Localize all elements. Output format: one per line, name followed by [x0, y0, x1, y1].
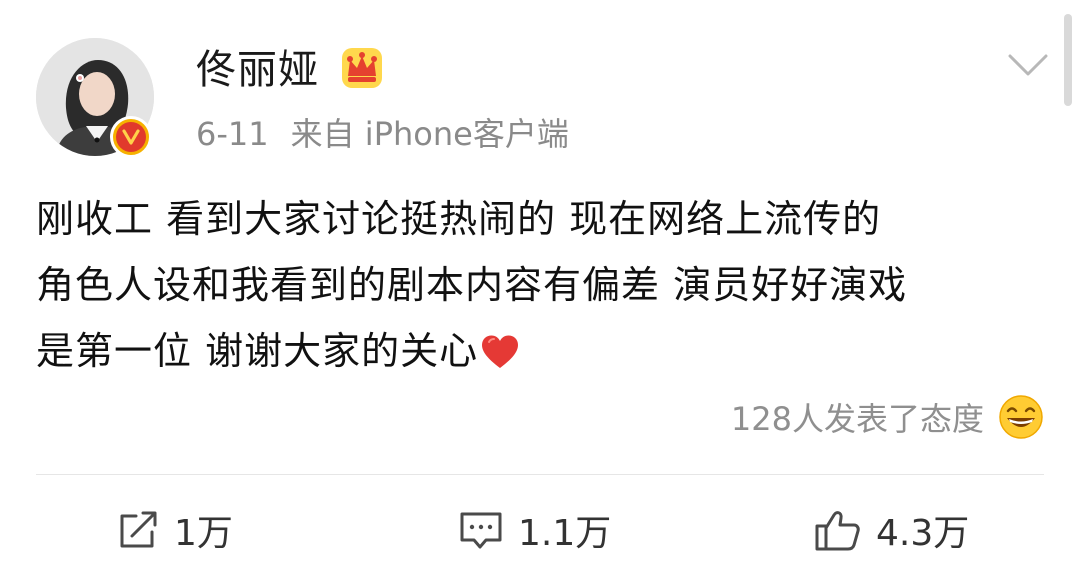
like-button[interactable]: 4.3万: [814, 500, 969, 560]
content-line-text: 是第一位 谢谢大家的关心: [36, 329, 479, 373]
comment-button[interactable]: 1.1万: [458, 500, 611, 560]
laugh-emoji-icon: [999, 395, 1043, 439]
reactions-summary[interactable]: 128人发表了态度: [731, 392, 1044, 442]
author-name[interactable]: 佟丽娅: [196, 44, 319, 96]
divider: [36, 474, 1044, 475]
weibo-post-card: 佟丽娅 6-11 来自 iPhone客户端 刚收工 看到大家讨论挺热闹的 现在网络…: [0, 0, 1080, 585]
post-meta: 6-11 来自 iPhone客户端: [196, 112, 569, 156]
content-line: 角色人设和我看到的剧本内容有偏差 演员好好演戏: [36, 263, 908, 307]
like-icon: [815, 511, 860, 551]
scrollbar-thumb[interactable]: [1064, 14, 1072, 106]
repost-button[interactable]: 1万: [116, 500, 233, 560]
post-source[interactable]: 来自 iPhone客户端: [291, 115, 569, 153]
verified-v-icon: [110, 116, 152, 158]
repost-icon: [120, 511, 157, 548]
repost-count: 1万: [174, 513, 233, 554]
post-content: 刚收工 看到大家讨论挺热闹的 现在网络上流传的 角色人设和我看到的剧本内容有偏差…: [36, 186, 1026, 384]
content-line: 刚收工 看到大家讨论挺热闹的 现在网络上流传的: [36, 197, 882, 241]
comment-icon: [460, 512, 502, 549]
reactions-count-text: 128人发表了态度: [730, 400, 984, 438]
comment-count: 1.1万: [518, 513, 612, 554]
like-count: 4.3万: [876, 513, 970, 554]
post-date: 6-11: [196, 115, 269, 153]
heart-icon: [482, 335, 519, 368]
crown-icon: [342, 48, 382, 88]
author-avatar[interactable]: [36, 38, 154, 158]
content-line-last: 是第一位 谢谢大家的关心: [36, 318, 1026, 384]
chevron-down-icon[interactable]: [1006, 50, 1050, 80]
